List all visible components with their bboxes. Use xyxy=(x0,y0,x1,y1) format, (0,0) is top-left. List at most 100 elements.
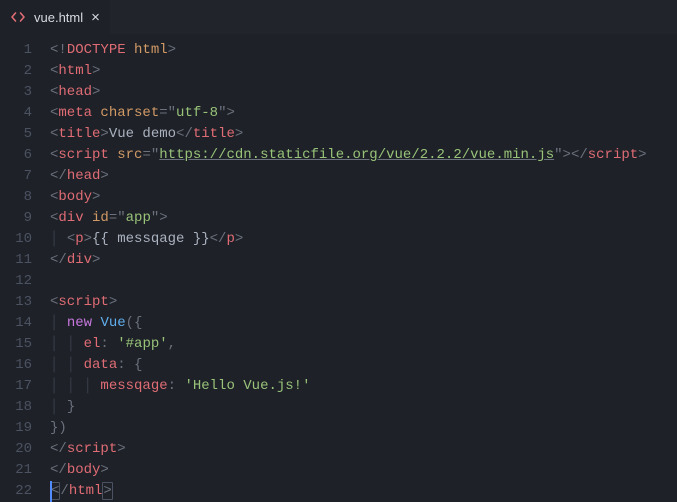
code-line[interactable]: │ } xyxy=(50,397,677,418)
t: "></ xyxy=(554,147,588,163)
t: Vue xyxy=(100,315,125,331)
t: > xyxy=(92,252,100,268)
t: : xyxy=(100,336,117,352)
t: script xyxy=(58,294,108,310)
line-number: 11 xyxy=(0,250,32,271)
t: head xyxy=(67,168,101,184)
t: =" xyxy=(142,147,159,163)
t: > xyxy=(117,441,125,457)
code-line[interactable]: </body> xyxy=(50,460,677,481)
t: DOCTYPE xyxy=(67,42,126,58)
t: </ xyxy=(50,462,67,478)
line-number: 8 xyxy=(0,187,32,208)
t: > xyxy=(168,42,176,58)
code-line[interactable]: <head> xyxy=(50,82,677,103)
t: 'Hello Vue.js!' xyxy=(184,378,310,394)
line-number: 4 xyxy=(0,103,32,124)
t: > xyxy=(92,84,100,100)
code-line[interactable]: │ │ el: '#app', xyxy=(50,334,677,355)
t: ({ xyxy=(126,315,143,331)
code-line[interactable]: <div id="app"> xyxy=(50,208,677,229)
t: > xyxy=(84,231,92,247)
t xyxy=(109,147,117,163)
t xyxy=(126,42,134,58)
t: < xyxy=(67,231,75,247)
t: =" xyxy=(159,105,176,121)
t: , xyxy=(168,336,176,352)
code-line[interactable]: </div> xyxy=(50,250,677,271)
t: head xyxy=(58,84,92,100)
t: > xyxy=(235,231,243,247)
t: {{ messqage }} xyxy=(92,231,210,247)
t: '#app' xyxy=(117,336,167,352)
t: title xyxy=(58,126,100,142)
code-line[interactable]: }) xyxy=(50,418,677,439)
t: utf-8 xyxy=(176,105,218,121)
code-line[interactable]: <body> xyxy=(50,187,677,208)
code-line[interactable]: │ │ │ messqage: 'Hello Vue.js!' xyxy=(50,376,677,397)
t: script xyxy=(588,147,638,163)
code-line[interactable]: │ new Vue({ xyxy=(50,313,677,334)
cursor xyxy=(50,481,52,502)
editor[interactable]: 1 2 3 4 5 6 7 8 9 10 11 12 13 14 15 16 1… xyxy=(0,34,677,502)
tab-filename: vue.html xyxy=(34,10,83,25)
code-line[interactable]: <meta charset="utf-8"> xyxy=(50,103,677,124)
t: > xyxy=(100,126,108,142)
t: div xyxy=(67,252,92,268)
t: html xyxy=(69,483,103,499)
t: div xyxy=(58,210,83,226)
t: > xyxy=(100,462,108,478)
t: el xyxy=(84,336,101,352)
t: </ xyxy=(210,231,227,247)
t: } xyxy=(67,399,75,415)
t: > xyxy=(235,126,243,142)
code-area[interactable]: <!DOCTYPE html> <html> <head> <meta char… xyxy=(50,40,677,502)
code-line[interactable]: </head> xyxy=(50,166,677,187)
line-number: 18 xyxy=(0,397,32,418)
code-line[interactable]: <script> xyxy=(50,292,677,313)
line-number-gutter: 1 2 3 4 5 6 7 8 9 10 11 12 13 14 15 16 1… xyxy=(0,40,50,502)
t: html xyxy=(134,42,168,58)
code-line[interactable]: <html> xyxy=(50,61,677,82)
t: html xyxy=(58,63,92,79)
t: </ xyxy=(50,441,67,457)
code-line[interactable]: <title>Vue demo</title> xyxy=(50,124,677,145)
code-line[interactable]: <script src="https://cdn.staticfile.org/… xyxy=(50,145,677,166)
t: > xyxy=(92,189,100,205)
t: : { xyxy=(117,357,142,373)
indent-guide: │ xyxy=(50,231,67,247)
line-number: 9 xyxy=(0,208,32,229)
line-number: 19 xyxy=(0,418,32,439)
t: new xyxy=(67,315,92,331)
line-number: 10 xyxy=(0,229,32,250)
t: meta xyxy=(58,105,92,121)
line-number: 1 xyxy=(0,40,32,61)
code-line[interactable]: <!DOCTYPE html> xyxy=(50,40,677,61)
t: / xyxy=(60,483,68,499)
t: "> xyxy=(218,105,235,121)
t: charset xyxy=(100,105,159,121)
line-number: 3 xyxy=(0,82,32,103)
t: </ xyxy=(50,168,67,184)
code-line[interactable]: </html> xyxy=(50,481,677,502)
t: > xyxy=(100,168,108,184)
line-number: 22 xyxy=(0,481,32,502)
tab-bar: vue.html × xyxy=(0,0,677,34)
code-line[interactable]: │ <p>{{ messqage }}</p> xyxy=(50,229,677,250)
t: script xyxy=(67,441,117,457)
t: > xyxy=(92,63,100,79)
line-number: 17 xyxy=(0,376,32,397)
code-line[interactable]: │ │ data: { xyxy=(50,355,677,376)
code-line[interactable] xyxy=(50,271,677,292)
line-number: 7 xyxy=(0,166,32,187)
t: body xyxy=(58,189,92,205)
t: =" xyxy=(109,210,126,226)
t: > xyxy=(638,147,646,163)
tab-vue-html[interactable]: vue.html × xyxy=(0,0,110,34)
code-line[interactable]: </script> xyxy=(50,439,677,460)
line-number: 12 xyxy=(0,271,32,292)
close-icon[interactable]: × xyxy=(91,9,100,26)
t: > xyxy=(109,294,117,310)
t: }) xyxy=(50,420,67,436)
indent-guide: │ xyxy=(50,399,67,415)
